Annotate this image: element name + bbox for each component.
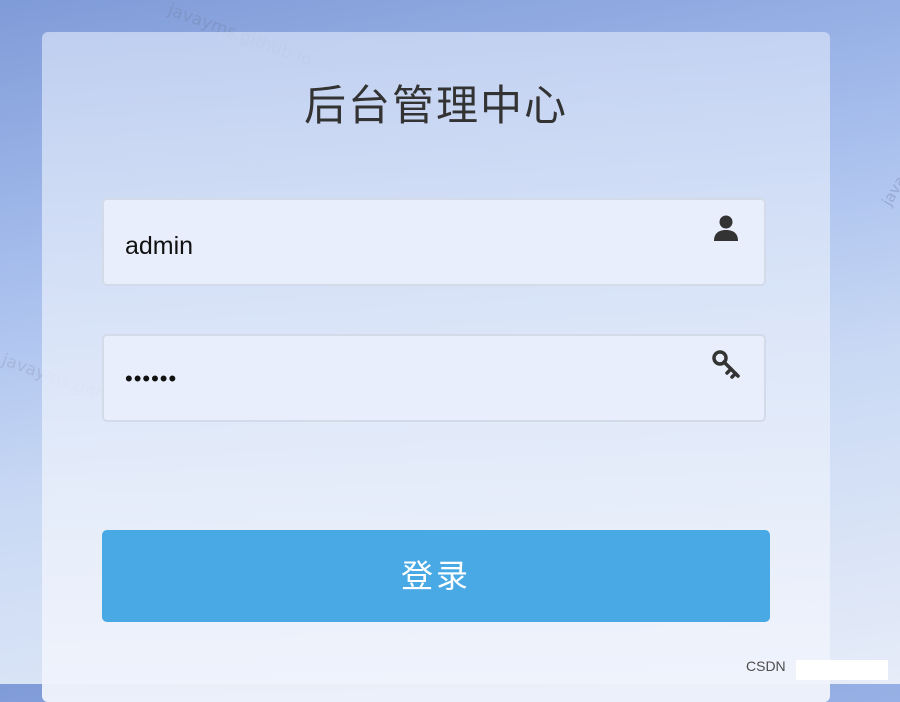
page-title: 后台管理中心 [303, 81, 568, 130]
redaction-box [796, 660, 888, 680]
login-button[interactable]: 登录 [102, 530, 770, 622]
login-card: 后台管理中心 admin •••••• 登录 [42, 32, 830, 702]
password-value: •••••• [125, 366, 178, 391]
key-icon [710, 348, 742, 380]
username-field[interactable]: admin [102, 198, 766, 286]
source-tag: CSDN [746, 658, 786, 674]
watermark-text: java [878, 172, 900, 209]
password-field[interactable]: •••••• [102, 334, 766, 422]
user-icon [710, 212, 742, 244]
username-value: admin [125, 232, 194, 260]
